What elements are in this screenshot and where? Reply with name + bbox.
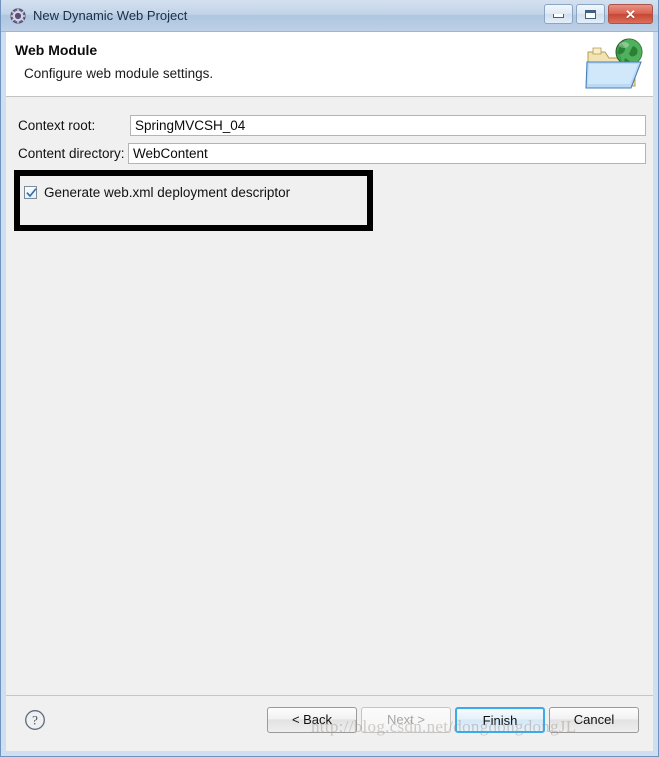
help-button[interactable]: ? (24, 709, 46, 731)
checkmark-icon (26, 188, 37, 198)
web-folder-globe-icon (585, 36, 647, 92)
window-title: New Dynamic Web Project (33, 7, 188, 23)
back-button[interactable]: < Back (267, 707, 357, 733)
dialog-footer: ? < Back Next > Finish Cancel http://blo… (6, 695, 653, 751)
context-root-input[interactable] (130, 114, 646, 136)
next-button: Next > (361, 707, 451, 733)
maximize-button[interactable] (576, 4, 605, 24)
eclipse-wizard-icon (10, 7, 26, 24)
dialog-button-bar: < Back Next > Finish Cancel (267, 707, 639, 733)
generate-webxml-checkbox[interactable] (24, 186, 37, 199)
context-root-label: Context root: (18, 117, 96, 133)
annotation-highlight-rectangle (14, 170, 373, 231)
svg-text:?: ? (32, 713, 38, 728)
cancel-button[interactable]: Cancel (549, 707, 639, 733)
page-title: Web Module (15, 42, 98, 58)
wizard-body: Context root: Content directory: Generat… (6, 97, 653, 695)
close-button[interactable]: ✕ (608, 4, 653, 24)
title-bar: New Dynamic Web Project ✕ (1, 0, 658, 32)
content-directory-row: Content directory: (6, 142, 653, 164)
page-subtitle: Configure web module settings. (24, 66, 214, 81)
minimize-button[interactable] (544, 4, 573, 24)
context-root-row: Context root: (6, 114, 653, 136)
content-directory-input[interactable] (128, 142, 646, 164)
new-dynamic-web-project-dialog: New Dynamic Web Project ✕ Web Module Con… (0, 0, 659, 757)
maximize-icon (585, 9, 596, 19)
generate-webxml-row[interactable]: Generate web.xml deployment descriptor (24, 185, 290, 200)
generate-webxml-label: Generate web.xml deployment descriptor (44, 185, 291, 200)
content-directory-label: Content directory: (18, 145, 125, 161)
minimize-icon (553, 14, 564, 18)
wizard-header: Web Module Configure web module settings… (6, 32, 653, 97)
window-controls: ✕ (544, 4, 653, 24)
finish-button[interactable]: Finish (455, 707, 545, 733)
close-icon: ✕ (625, 6, 636, 22)
